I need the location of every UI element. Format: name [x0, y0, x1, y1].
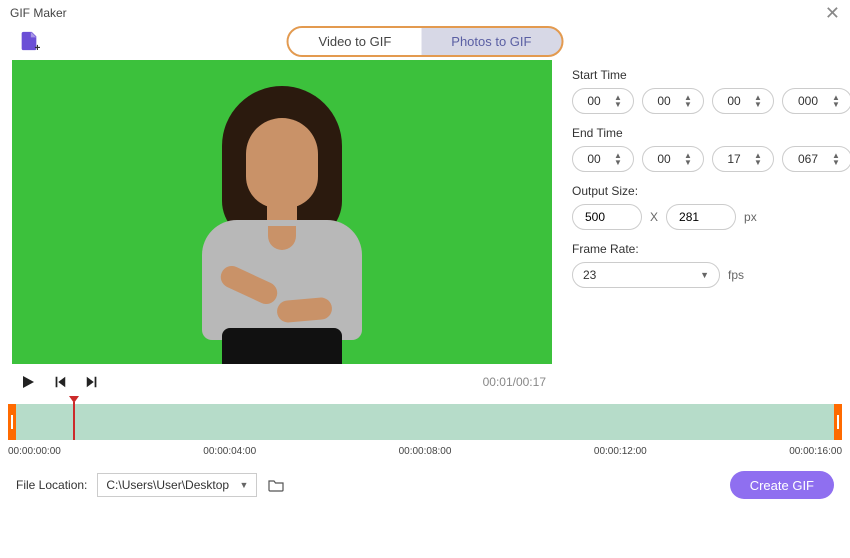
mode-toggle: Video to GIF Photos to GIF	[287, 26, 564, 57]
chevron-updown-icon[interactable]: ▲▼	[679, 152, 697, 166]
play-icon[interactable]	[18, 372, 38, 392]
tab-photos-to-gif[interactable]: Photos to GIF	[421, 28, 561, 55]
end-seconds-stepper[interactable]: 17▲▼	[712, 146, 774, 172]
fps-unit: fps	[728, 268, 744, 282]
frame-rate-label: Frame Rate:	[572, 242, 850, 256]
chevron-updown-icon[interactable]: ▲▼	[609, 94, 627, 108]
end-minutes-stepper[interactable]: 00▲▼	[642, 146, 704, 172]
file-location-select[interactable]: C:\Users\User\Desktop ▼	[97, 473, 257, 497]
start-ms-stepper[interactable]: 000▲▼	[782, 88, 850, 114]
window-title: GIF Maker	[10, 6, 67, 20]
start-time-label: Start Time	[572, 68, 850, 82]
chevron-updown-icon[interactable]: ▲▼	[609, 152, 627, 166]
create-gif-button[interactable]: Create GIF	[730, 471, 834, 499]
chevron-down-icon: ▼	[700, 270, 709, 280]
start-hours-stepper[interactable]: 00▲▼	[572, 88, 634, 114]
close-icon[interactable]: ✕	[825, 3, 840, 24]
end-ms-stepper[interactable]: 067▲▼	[782, 146, 850, 172]
output-width-field[interactable]	[572, 204, 642, 230]
tab-video-to-gif[interactable]: Video to GIF	[289, 28, 422, 55]
dimension-separator: X	[650, 210, 658, 224]
frame-rate-select[interactable]: 23 ▼	[572, 262, 720, 288]
chevron-updown-icon[interactable]: ▲▼	[827, 152, 845, 166]
start-seconds-stepper[interactable]: 00▲▼	[712, 88, 774, 114]
video-preview[interactable]	[12, 60, 552, 364]
folder-icon[interactable]	[267, 476, 285, 494]
next-icon[interactable]	[82, 372, 102, 392]
output-size-label: Output Size:	[572, 184, 850, 198]
chevron-down-icon: ▼	[239, 480, 248, 490]
start-minutes-stepper[interactable]: 00▲▼	[642, 88, 704, 114]
output-height-field[interactable]	[666, 204, 736, 230]
presenter-figure	[177, 84, 387, 364]
end-hours-stepper[interactable]: 00▲▼	[572, 146, 634, 172]
trim-handle-right[interactable]	[834, 404, 842, 440]
chevron-updown-icon[interactable]: ▲▼	[749, 94, 767, 108]
timeline-track[interactable]	[8, 404, 842, 440]
trim-handle-left[interactable]	[8, 404, 16, 440]
svg-text:+: +	[35, 43, 41, 52]
chevron-updown-icon[interactable]: ▲▼	[679, 94, 697, 108]
playback-time: 00:01/00:17	[483, 375, 546, 389]
end-time-label: End Time	[572, 126, 850, 140]
file-location-label: File Location:	[16, 478, 87, 492]
chevron-updown-icon[interactable]: ▲▼	[827, 94, 845, 108]
document-add-icon[interactable]: +	[18, 30, 40, 52]
timeline-ticks: 00:00:00:00 00:00:04:00 00:00:08:00 00:0…	[8, 446, 842, 457]
px-unit: px	[744, 210, 757, 224]
chevron-updown-icon[interactable]: ▲▼	[749, 152, 767, 166]
prev-icon[interactable]	[50, 372, 70, 392]
